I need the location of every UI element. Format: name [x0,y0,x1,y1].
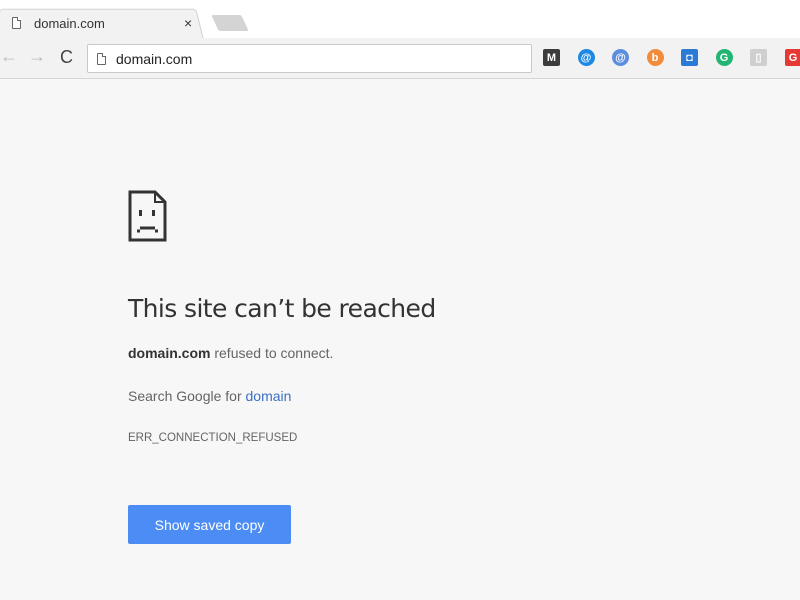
forward-arrow-icon[interactable]: → [28,46,46,67]
error-title: This site can’t be reached [128,294,436,323]
tab-strip: domain.com × [0,0,800,40]
clipboard-icon[interactable]: ▯ [750,49,767,66]
error-domain: domain.com [128,345,211,361]
search-google-link[interactable]: domain [246,388,292,404]
page-icon [12,17,21,29]
sad-page-icon [128,190,167,242]
m-extension-icon[interactable]: M [543,49,560,66]
b-circle-icon[interactable]: b [646,49,664,66]
tab-title: domain.com [34,15,105,31]
red-g-icon[interactable]: G [784,49,800,66]
new-tab-button[interactable] [211,15,249,31]
at-badge-icon[interactable]: @ [612,49,629,66]
at-circle-icon[interactable]: @ [577,49,595,66]
error-message: domain.com refused to connect. [128,345,333,361]
window-camera-icon[interactable]: ◘ [681,49,698,66]
reload-icon[interactable]: C [60,47,73,68]
toolbar: ← → C domain.com M @ @ b ◘ G ▯ G [0,38,800,79]
error-code: ERR_CONNECTION_REFUSED [128,432,298,444]
grammarly-icon[interactable]: G [715,49,733,66]
search-prefix: Search Google for [128,388,246,404]
address-bar[interactable]: domain.com [87,44,532,73]
url-text[interactable]: domain.com [116,51,192,67]
error-refused-text: refused to connect. [210,345,334,361]
show-saved-copy-button[interactable]: Show saved copy [128,505,291,544]
search-suggestion: Search Google for domain [128,388,291,404]
close-tab-icon[interactable]: × [184,15,192,31]
tab-domain[interactable]: domain.com × [12,12,202,34]
back-arrow-icon[interactable]: ← [0,46,18,67]
page-icon [97,52,106,65]
error-content: This site can’t be reached domain.com re… [128,190,436,544]
